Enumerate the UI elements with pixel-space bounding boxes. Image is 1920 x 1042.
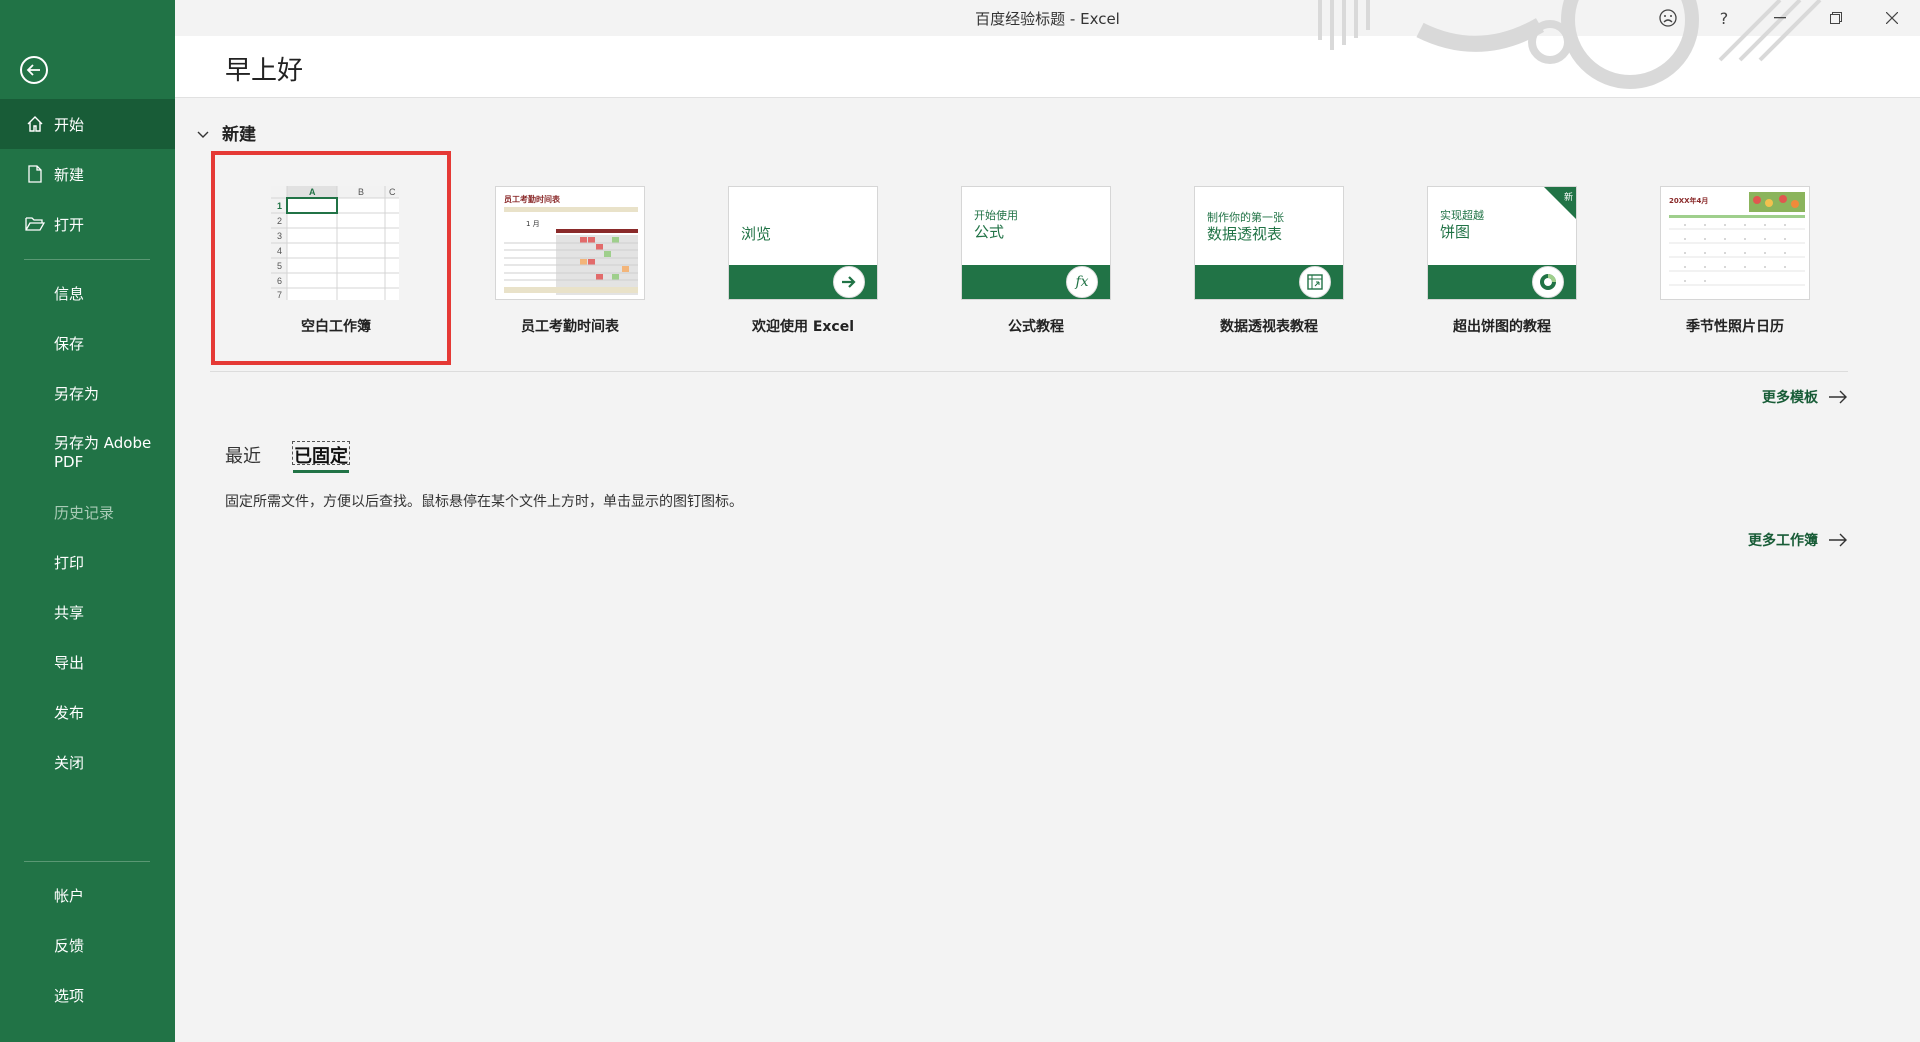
sidebar-item-home[interactable]: 开始 [0,99,175,149]
sidebar-item-print[interactable]: 打印 [0,537,175,587]
sidebar-item-label: 反馈 [54,936,85,955]
new-section-header[interactable]: 新建 [196,120,256,145]
function-fx-icon: fx [1066,266,1098,298]
template-formula-tutorial[interactable]: 开始使用 公式 fx 公式教程 [961,186,1111,335]
sidebar-item-label: 保存 [54,334,85,353]
sidebar-item-label: 另存为 [54,384,100,403]
template-name: 公式教程 [1008,319,1064,335]
sidebar-item-close[interactable]: 关闭 [0,737,175,787]
title-bar: 百度经验标题 - Excel ? [175,0,1920,89]
sidebar-item-label: 帐户 [54,886,85,905]
template-attendance[interactable]: 员工考勤时间表 1 月 员工考勤时间表 [495,186,645,335]
sidebar-item-label: 选项 [54,986,85,1005]
sidebar-item-label: 关闭 [54,753,85,772]
sidebar-item-save-as[interactable]: 另存为 [0,368,175,418]
pinned-empty-message: 固定所需文件，方便以后查找。鼠标悬停在某个文件上方时，单击显示的图钉图标。 [225,494,743,510]
template-seasonal-calendar[interactable]: 20XX年4月 季节性照片日历 [1660,186,1810,335]
tab-active-indicator [293,470,349,473]
template-pivot-tutorial[interactable]: 制作你的第一张 数据透视表 数据透视表教程 [1194,186,1344,335]
arrow-right-icon [833,266,865,298]
template-welcome-excel[interactable]: 浏览 欢迎使用 Excel [728,186,878,335]
sidebar-item-export[interactable]: 导出 [0,637,175,687]
template-thumbnail: 员工考勤时间表 1 月 [495,186,645,300]
more-workbooks-link[interactable]: 更多工作簿 [1748,530,1848,550]
arrow-right-icon [1829,533,1847,547]
close-icon[interactable] [1864,0,1920,36]
tab-focus-outline [292,441,350,465]
thumb-line2: 数据透视表 [1207,225,1283,243]
sidebar-item-label: 新建 [54,165,85,184]
backstage-sidebar: 开始 新建 打开 信息 保存 另存为 另存为 Adobe PDF 历史记录 打印… [0,0,175,1042]
sidebar-item-open[interactable]: 打开 [0,199,175,249]
sidebar-item-account[interactable]: 帐户 [0,870,175,920]
sidebar-item-share[interactable]: 共享 [0,587,175,637]
template-thumbnail: 实现超越 饼图 新 [1427,186,1577,300]
sidebar-divider [24,861,150,862]
sidebar-item-info[interactable]: 信息 [0,268,175,318]
sidebar-divider [24,259,150,260]
folder-open-icon [24,213,46,235]
sidebar-item-feedback[interactable]: 反馈 [0,920,175,970]
sidebar-item-new[interactable]: 新建 [0,149,175,199]
pivot-table-icon [1299,266,1331,298]
template-name: 数据透视表教程 [1220,319,1318,335]
tab-recent[interactable]: 最近 [225,442,261,468]
sidebar-item-save[interactable]: 保存 [0,318,175,368]
thumb-text: 浏览 [741,225,772,243]
sidebar-item-publish[interactable]: 发布 [0,687,175,737]
new-document-icon [24,163,46,185]
back-arrow-icon[interactable] [20,56,48,84]
template-name: 员工考勤时间表 [521,319,619,335]
home-icon [24,113,46,135]
sidebar-item-label: 导出 [54,653,85,672]
greeting-title: 早上好 [225,56,304,86]
more-templates-link[interactable]: 更多模板 [1762,387,1848,407]
more-templates-label: 更多模板 [1762,390,1818,406]
sidebar-item-options[interactable]: 选项 [0,970,175,1020]
new-section-title: 新建 [222,125,256,145]
sidebar-item-label: 另存为 Adobe PDF [54,434,152,471]
more-workbooks-label: 更多工作簿 [1748,533,1818,549]
sidebar-item-history: 历史记录 [0,487,175,537]
attendance-table-graphic [504,207,638,295]
selection-highlight [211,151,451,365]
chevron-down-icon [196,126,210,140]
section-divider [210,371,1848,372]
template-name: 季节性照片日历 [1686,319,1784,335]
help-icon[interactable]: ? [1696,0,1752,36]
sidebar-item-label: 开始 [54,115,85,134]
new-badge-text: 新 [1563,193,1573,203]
sidebar-item-label: 共享 [54,603,85,622]
sidebar-item-label: 打印 [54,553,85,572]
template-thumbnail: 浏览 [728,186,878,300]
thumb-line2: 公式 [974,223,1005,241]
sidebar-item-label: 历史记录 [54,503,115,522]
template-pie-tutorial[interactable]: 实现超越 饼图 新 超出饼图的教程 [1427,186,1577,335]
sidebar-item-label: 打开 [54,215,85,234]
feedback-frown-icon[interactable] [1640,0,1696,36]
sidebar-item-save-as-pdf[interactable]: 另存为 Adobe PDF [0,427,175,479]
thumb-line2: 饼图 [1440,223,1471,241]
template-thumbnail: 制作你的第一张 数据透视表 [1194,186,1344,300]
calendar-graphic [1669,192,1805,286]
template-thumbnail: 20XX年4月 [1660,186,1810,300]
template-name: 超出饼图的教程 [1453,319,1551,335]
restore-icon[interactable] [1808,0,1864,36]
template-name: 欢迎使用 Excel [751,319,855,335]
pie-chart-icon [1532,266,1564,298]
template-thumbnail: 开始使用 公式 fx [961,186,1111,300]
sidebar-item-label: 信息 [54,284,85,303]
arrow-right-icon [1829,390,1847,404]
sidebar-item-label: 发布 [54,703,85,722]
minimize-icon[interactable] [1752,0,1808,36]
